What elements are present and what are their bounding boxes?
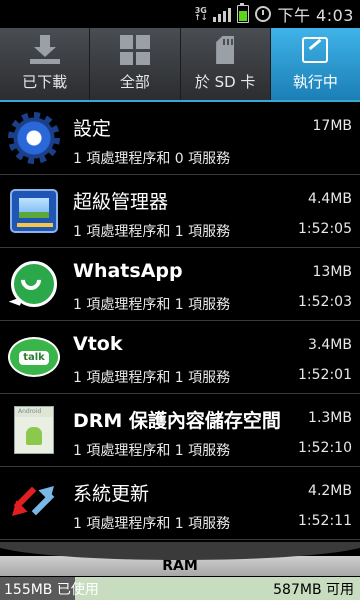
list-item-settings[interactable]: 設定 1 項處理程序和 0 項服務 17MB (0, 102, 360, 175)
status-bar: 3G ↑↓ 下午 4:03 (0, 0, 360, 28)
app-size: 3.4MB (308, 337, 352, 353)
vtok-icon: talk (8, 331, 60, 383)
app-name: 系統更新 (73, 483, 150, 505)
tab-label: 已下載 (22, 73, 68, 91)
android-drm-icon: Android (8, 404, 60, 456)
app-detail: 1 項處理程序和 1 項服務 (73, 224, 231, 240)
app-detail: 1 項處理程序和 1 項服務 (73, 443, 231, 459)
ram-free-label: 587MB 可用 (273, 582, 354, 598)
task-manager-icon (8, 185, 60, 237)
tab-label: 執行中 (292, 73, 338, 91)
app-size: 4.4MB (308, 191, 352, 207)
app-detail: 1 項處理程序和 0 項服務 (73, 151, 231, 167)
tab-sd-card[interactable]: 於 SD 卡 (181, 28, 271, 100)
app-detail: 1 項處理程序和 1 項服務 (73, 297, 231, 313)
app-uptime: 1:52:01 (298, 367, 352, 383)
grid-icon (119, 35, 150, 65)
settings-gear-icon (8, 112, 60, 164)
app-size: 17MB (312, 118, 353, 134)
tab-downloaded[interactable]: 已下載 (0, 28, 91, 100)
network-3g-icon: 3G ↑↓ (194, 6, 208, 22)
app-detail: 1 項處理程序和 1 項服務 (73, 516, 231, 532)
whatsapp-icon (8, 258, 60, 310)
app-uptime: 1:52:10 (298, 440, 352, 456)
list-item-vtok[interactable]: talk Vtok 1 項處理程序和 1 項服務 3.4MB 1:52:01 (0, 321, 360, 394)
signal-icon (213, 6, 232, 22)
ram-usage-bar: 155MB 已使用 587MB 可用 (0, 577, 360, 600)
app-size: 13MB (312, 264, 353, 280)
sd-card-icon (210, 35, 240, 65)
battery-icon (237, 3, 250, 23)
tab-all[interactable]: 全部 (90, 28, 181, 100)
app-name: 超級管理器 (73, 191, 169, 213)
app-uptime: 1:52:05 (298, 221, 352, 237)
list-item-drm-storage[interactable]: Android DRM 保護內容儲存空間 1 項處理程序和 1 項服務 1.3M… (0, 394, 360, 467)
download-icon (29, 35, 60, 65)
system-update-icon (6, 477, 60, 529)
app-name: DRM 保護內容儲存空間 (73, 410, 281, 432)
list-item-whatsapp[interactable]: WhatsApp 1 項處理程序和 1 項服務 13MB 1:52:03 (0, 248, 360, 321)
app-name: 設定 (73, 118, 112, 140)
tab-label: 全部 (119, 73, 150, 91)
app-detail: 1 項處理程序和 1 項服務 (73, 370, 231, 386)
alarm-icon (255, 6, 272, 22)
list-item-system-update[interactable]: 系統更新 1 項處理程序和 1 項服務 4.2MB 1:52:11 (0, 467, 360, 540)
app-size: 1.3MB (308, 410, 352, 426)
running-icon (300, 35, 330, 65)
tab-bar: 已下載 全部 於 SD 卡 執行中 (0, 28, 360, 102)
tab-running[interactable]: 執行中 (270, 28, 360, 100)
status-time: 下午 4:03 (277, 6, 354, 25)
app-name: Vtok (73, 333, 123, 355)
app-name: WhatsApp (73, 260, 183, 282)
ram-used-label: 155MB 已使用 (4, 582, 99, 598)
tab-label: 於 SD 卡 (194, 73, 256, 91)
list-item-task-manager[interactable]: 超級管理器 1 項處理程序和 1 項服務 4.4MB 1:52:05 (0, 175, 360, 248)
app-uptime: 1:52:11 (298, 513, 352, 529)
app-size: 4.2MB (308, 483, 352, 499)
app-uptime: 1:52:03 (298, 294, 352, 310)
running-app-list: 設定 1 項處理程序和 0 項服務 17MB 超級管理器 1 項處理程序和 1 … (0, 102, 360, 542)
